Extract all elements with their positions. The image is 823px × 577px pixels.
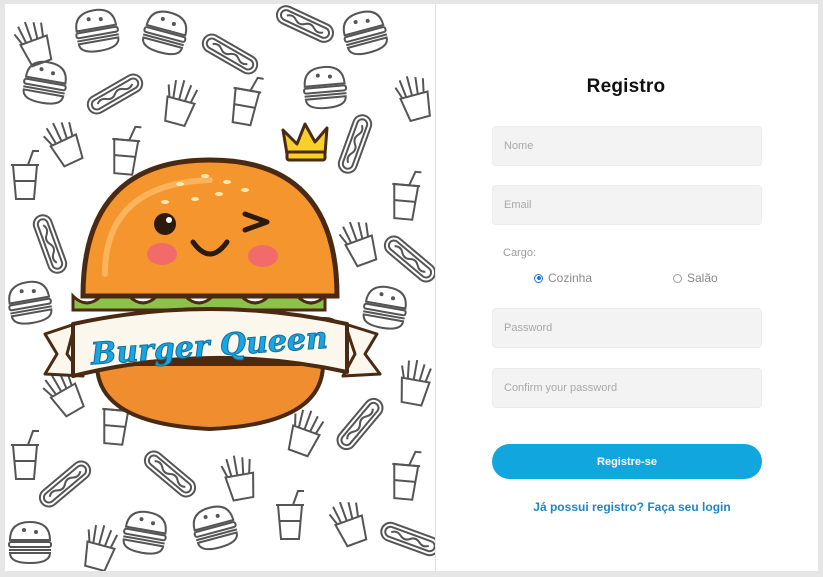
name-input[interactable]	[492, 126, 762, 166]
radio-salao[interactable]: Salão	[673, 271, 718, 285]
burger-queen-logo: Burger Queen	[43, 122, 382, 432]
page-title: Registro	[586, 76, 666, 97]
email-input[interactable]	[492, 185, 762, 225]
crown-icon	[281, 122, 329, 162]
register-panel: Registro Cargo: Cozinha Salão Registre-s…	[436, 4, 818, 571]
brand-panel: Burger Queen	[5, 4, 436, 571]
radio-cozinha-label: Cozinha	[548, 271, 593, 285]
password-input[interactable]	[492, 308, 762, 348]
radio-salao-label: Salão	[687, 271, 718, 285]
cargo-label: Cargo:	[503, 247, 537, 259]
app-window: Burger Queen Registro Cargo: Cozinha Sal…	[5, 4, 818, 571]
login-link[interactable]: Já possui registro? Faça seu login	[441, 500, 818, 514]
radio-unchecked-icon[interactable]	[673, 273, 682, 283]
radio-cozinha[interactable]: Cozinha	[534, 271, 592, 285]
confirm-password-input[interactable]	[492, 368, 762, 408]
register-button[interactable]: Registre-se	[492, 444, 762, 479]
radio-checked-icon[interactable]	[534, 273, 543, 283]
doodle-pattern: Burger Queen	[5, 4, 435, 571]
